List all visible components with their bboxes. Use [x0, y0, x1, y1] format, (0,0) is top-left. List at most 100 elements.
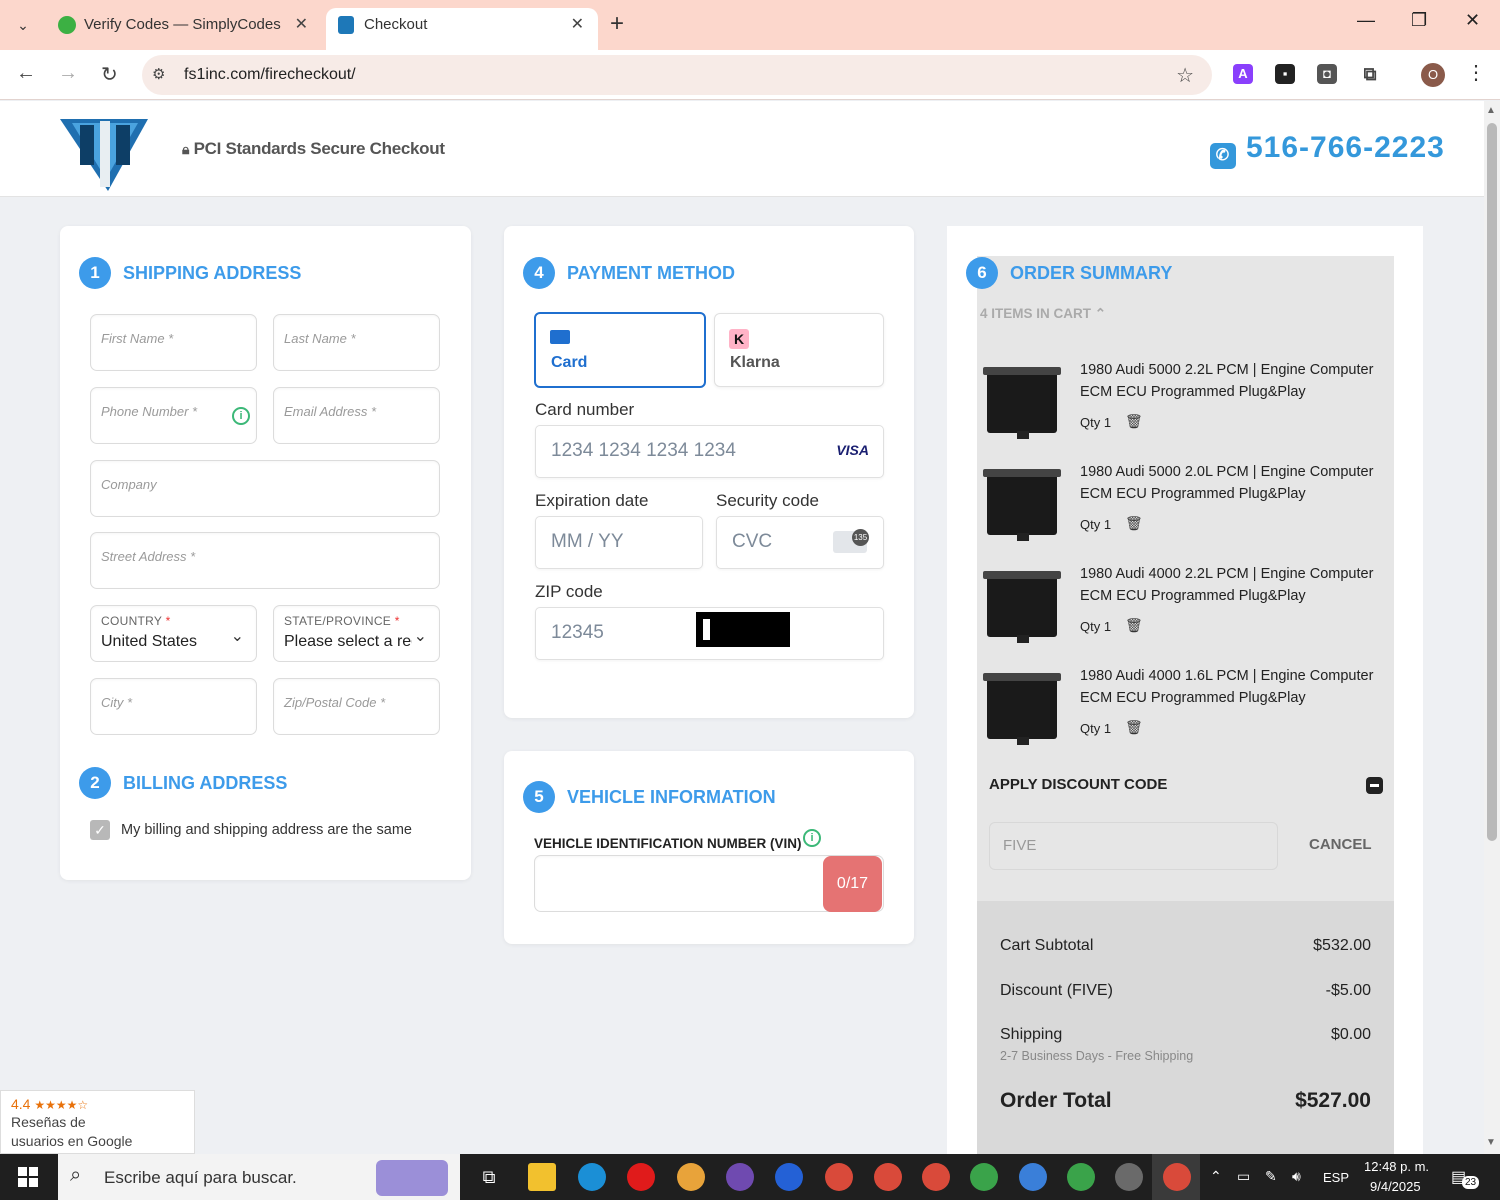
company-field[interactable]: Company [90, 460, 440, 517]
tab-verify-codes[interactable]: Verify Codes — SimplyCodes ✕ [46, 8, 322, 50]
country-value: United States [101, 633, 198, 650]
network-icon[interactable]: ▭ [1237, 1168, 1250, 1185]
scroll-up-icon[interactable]: ▲ [1486, 105, 1496, 116]
shipping-address-panel: 1 SHIPPING ADDRESS First Name * Last Nam… [60, 226, 471, 880]
last-name-field[interactable]: Last Name * [273, 314, 440, 371]
trash-icon[interactable]: 🗑︎ [1125, 617, 1143, 634]
browser-toolbar: ← → ↻ ⚙ fs1inc.com/firecheckout/ ☆ A ▪ ◘… [0, 50, 1500, 100]
state-select[interactable]: STATE/PROVINCE * Please select a region … [273, 605, 440, 662]
profile-avatar[interactable]: O [1421, 63, 1445, 87]
step-number: 5 [523, 781, 555, 813]
fs1-logo[interactable] [60, 117, 150, 191]
klarna-icon: K [729, 329, 749, 349]
chrome-profile-icon[interactable] [1067, 1163, 1095, 1191]
phone-info-icon[interactable]: i [232, 407, 250, 425]
extension-bot-icon[interactable]: ◘ [1317, 64, 1337, 84]
pen-icon[interactable]: ✎ [1265, 1168, 1277, 1185]
cvc-input[interactable]: CVC 135 [716, 516, 884, 569]
collapse-minus-icon[interactable] [1366, 777, 1383, 794]
item-name: 1980 Audi 4000 2.2L PCM | Engine Compute… [1080, 566, 1374, 604]
tray-chevron-icon[interactable]: ⌃ [1210, 1168, 1222, 1185]
new-tab-icon[interactable]: + [610, 10, 624, 38]
trash-icon[interactable]: 🗑︎ [1125, 413, 1143, 430]
chevron-down-icon: ⌄ [413, 628, 427, 645]
same-address-label[interactable]: My billing and shipping address are the … [121, 822, 412, 838]
city-field[interactable]: City * [90, 678, 257, 735]
discount-title[interactable]: APPLY DISCOUNT CODE [989, 776, 1167, 793]
taskbar-search[interactable]: ⌕ Escribe aquí para buscar. [58, 1154, 460, 1200]
first-name-field[interactable]: First Name * [90, 314, 257, 371]
discount-code-input[interactable]: FIVE [989, 822, 1278, 870]
minimize-icon[interactable]: — [1357, 10, 1375, 31]
site-info-icon[interactable]: ⚙ [152, 65, 165, 83]
feather-app-icon[interactable] [726, 1163, 754, 1191]
vehicle-title: VEHICLE INFORMATION [567, 786, 776, 807]
star-rating-icon: ★★★★☆ [34, 1098, 89, 1112]
chrome-profile-icon[interactable] [1019, 1163, 1047, 1191]
scroll-down-icon[interactable]: ▼ [1486, 1137, 1496, 1148]
clock-date[interactable]: 9/4/2025 [1370, 1179, 1421, 1194]
chrome-active-profile-icon[interactable] [1163, 1163, 1191, 1191]
cancel-discount-button[interactable]: CANCEL [1309, 836, 1372, 853]
payment-zip-input[interactable]: 12345 [535, 607, 884, 660]
volume-icon[interactable]: 🔊︎ [1292, 1168, 1301, 1185]
arc-app-icon[interactable] [775, 1163, 803, 1191]
tab-search-chevron-icon[interactable]: ⌄ [10, 12, 36, 38]
card-number-input[interactable]: 1234 1234 1234 1234 VISA [535, 425, 884, 478]
restore-icon[interactable]: ❐ [1411, 10, 1427, 31]
expiry-input[interactable]: MM / YY [535, 516, 703, 569]
tab-close-icon[interactable]: ✕ [295, 14, 308, 34]
country-select[interactable]: COUNTRY * United States ⌄ [90, 605, 257, 662]
chrome-profile-icon[interactable] [1115, 1163, 1143, 1191]
tab-close-icon[interactable]: ✕ [571, 14, 584, 34]
item-name: 1980 Audi 5000 2.0L PCM | Engine Compute… [1080, 464, 1374, 502]
tab-strip: ⌄ Verify Codes — SimplyCodes ✕ Checkout … [0, 0, 1500, 50]
step-number: 4 [523, 257, 555, 289]
extensions-puzzle-icon[interactable]: ⧉ [1360, 64, 1380, 84]
clock-time[interactable]: 12:48 p. m. [1364, 1159, 1429, 1174]
fs1-favicon-icon [338, 16, 354, 34]
chrome-profile-icon[interactable] [874, 1163, 902, 1191]
browser-menu-icon[interactable]: ⋮ [1466, 60, 1486, 85]
back-icon[interactable]: ← [16, 62, 36, 85]
file-explorer-icon[interactable] [528, 1163, 556, 1191]
phone-number[interactable]: ✆ 516-766-2223 [1210, 131, 1445, 169]
language-indicator[interactable]: ESP [1323, 1170, 1349, 1185]
items-in-cart-toggle[interactable]: 4 ITEMS IN CART ⌃ [980, 306, 1106, 322]
windows-start-icon[interactable] [18, 1167, 38, 1187]
trash-icon[interactable]: 🗑︎ [1125, 515, 1143, 532]
page-scrollbar[interactable]: ▲ ▼ [1484, 101, 1500, 1154]
address-bar[interactable]: ⚙ fs1inc.com/firecheckout/ ☆ [142, 55, 1212, 95]
extension-tabs-icon[interactable]: ▪ [1275, 64, 1295, 84]
email-field[interactable]: Email Address * [273, 387, 440, 444]
same-address-checkbox[interactable]: ✓ [90, 820, 110, 840]
opera-icon[interactable] [627, 1163, 655, 1191]
chrome-profile-icon[interactable] [825, 1163, 853, 1191]
vin-info-icon[interactable]: i [803, 829, 821, 847]
chrome-profile-icon[interactable] [922, 1163, 950, 1191]
trash-icon[interactable]: 🗑︎ [1125, 719, 1143, 736]
reload-icon[interactable]: ↻ [101, 62, 118, 87]
extension-a-icon[interactable]: A [1233, 64, 1253, 84]
payment-tab-card[interactable]: Card [534, 312, 706, 388]
street-address-field[interactable]: Street Address * [90, 532, 440, 589]
shipping-step-header: 1 SHIPPING ADDRESS [79, 257, 301, 289]
billing-step-header: 2 BILLING ADDRESS [79, 767, 287, 799]
close-window-icon[interactable]: ✕ [1465, 10, 1480, 31]
task-view-icon[interactable]: ⧉ [475, 1163, 503, 1191]
tab-checkout[interactable]: Checkout ✕ [326, 8, 598, 50]
step-number: 1 [79, 257, 111, 289]
scroll-thumb[interactable] [1487, 123, 1497, 841]
vehicle-info-panel: 5 VEHICLE INFORMATION VEHICLE IDENTIFICA… [504, 751, 914, 944]
chrome-icon[interactable] [677, 1163, 705, 1191]
payment-tab-klarna[interactable]: K Klarna [714, 313, 884, 387]
chrome-profile-icon[interactable] [970, 1163, 998, 1191]
badge-line2: usuarios en Google [11, 1133, 133, 1149]
forward-icon[interactable]: → [58, 62, 78, 85]
bookmark-star-icon[interactable]: ☆ [1176, 63, 1194, 88]
phone-field[interactable]: Phone Number * i [90, 387, 257, 444]
google-reviews-badge[interactable]: 4.4 ★★★★☆ Reseñas de usuarios en Google [0, 1090, 195, 1154]
url-text[interactable]: fs1inc.com/firecheckout/ [184, 66, 356, 84]
zip-field[interactable]: Zip/Postal Code * [273, 678, 440, 735]
edge-icon[interactable] [578, 1163, 606, 1191]
